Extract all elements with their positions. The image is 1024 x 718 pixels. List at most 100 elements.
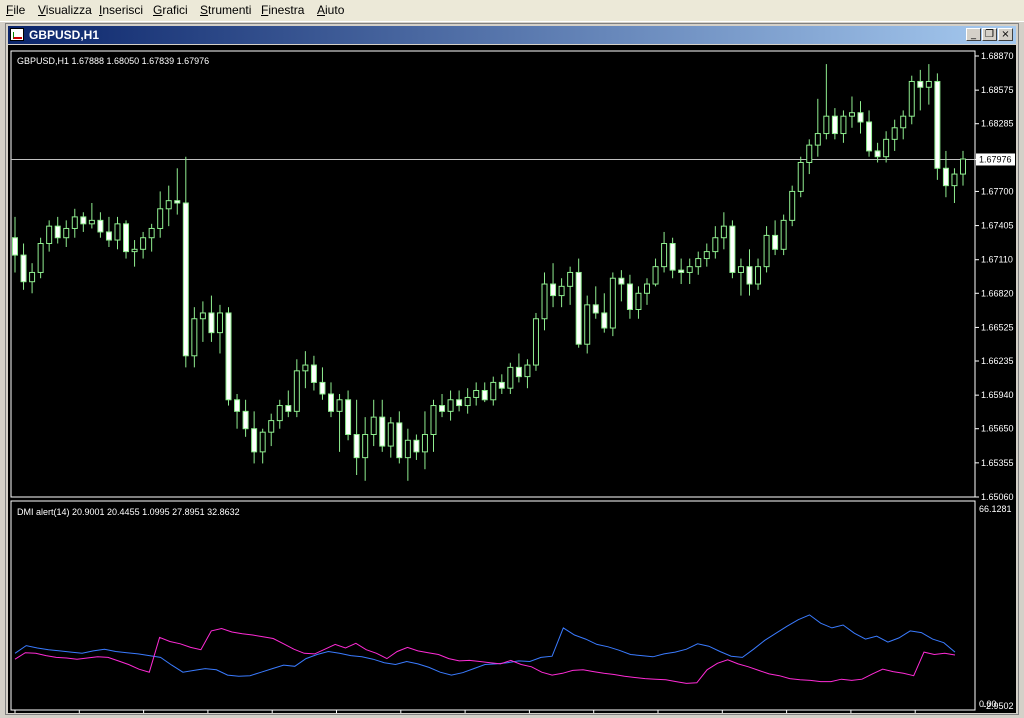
candle-body	[848, 112, 855, 117]
candle-body	[626, 283, 633, 310]
chart-area[interactable]: 1.68870 1.68575 1.68285 1.67700 1.67405 1.671…	[8, 45, 1016, 718]
price-axis-label: 1.66235	[981, 356, 1014, 366]
candle-body	[421, 433, 428, 453]
menu-file[interactable]: File	[6, 3, 25, 17]
candle-body	[20, 254, 27, 283]
price-axis-label: 1.65060	[981, 492, 1014, 502]
candle-body	[157, 208, 164, 229]
candle-body	[686, 266, 693, 273]
candle-body	[934, 80, 941, 169]
price-axis-label: 1.68575	[981, 85, 1014, 95]
price-panel-title: GBPUSD,H1 1.67888 1.68050 1.67839 1.6797…	[17, 56, 209, 66]
candle-body	[473, 390, 480, 398]
candle-body	[763, 234, 770, 268]
price-axis-label: 1.65940	[981, 390, 1014, 400]
candle-body	[729, 225, 736, 273]
candle-body	[746, 266, 753, 285]
indicator-axis-label: 66.1281	[979, 504, 1012, 514]
candle-body	[942, 167, 949, 187]
candle-body	[831, 115, 838, 135]
candle-body	[165, 200, 172, 210]
menu-strumenti[interactable]: Strumenti	[200, 3, 251, 17]
candle-body	[814, 133, 821, 146]
candle-body	[592, 304, 599, 314]
candle-body	[541, 283, 548, 320]
candle-body	[123, 223, 130, 253]
price-axis-label: 1.65355	[981, 458, 1014, 468]
candle-body	[430, 405, 437, 435]
menu-finestra[interactable]: Finestra	[261, 3, 304, 17]
candle-body	[370, 416, 377, 435]
candle-body	[88, 219, 95, 225]
candle-body	[891, 127, 898, 140]
candle-body	[806, 144, 813, 163]
candle-body	[362, 433, 369, 459]
minimize-button[interactable]: _	[966, 28, 981, 41]
candle-body	[251, 428, 258, 453]
menu-inserisci[interactable]: Inserisci	[99, 3, 143, 17]
candle-body	[772, 234, 779, 250]
candle-body	[601, 312, 608, 329]
candle-body	[532, 318, 539, 366]
candle-body	[951, 173, 958, 187]
candle-body	[140, 237, 147, 250]
candle-body	[63, 227, 70, 239]
candle-body	[174, 200, 181, 204]
candle-body	[71, 216, 78, 229]
chart-svg[interactable]: 1.68870 1.68575 1.68285 1.67700 1.67405 1.671…	[8, 45, 1016, 718]
candle-body	[319, 381, 326, 395]
price-axis-label: 1.67700	[981, 186, 1014, 196]
candle-body	[234, 399, 241, 412]
candle-body	[498, 381, 505, 389]
candle-body	[302, 364, 309, 372]
candle-body	[328, 393, 334, 412]
candle-body	[268, 420, 275, 433]
price-axis-label: 1.67110	[981, 255, 1013, 265]
price-axis-label: 1.66820	[981, 288, 1014, 298]
candle-body	[80, 216, 87, 225]
candle-body	[635, 292, 642, 310]
candle-body	[439, 405, 446, 412]
candle-body	[353, 433, 360, 459]
candle-body	[29, 271, 36, 283]
candle-body	[900, 115, 907, 129]
price-axis-label: 1.68870	[981, 51, 1014, 61]
candle-body	[661, 243, 668, 268]
menu-bar: File Visualizza Inserisci Grafici Strumenti F…	[0, 0, 1024, 22]
menu-aiuto[interactable]: Aiuto	[317, 3, 344, 17]
candle-body	[575, 271, 582, 345]
restore-button[interactable]: ❐	[982, 28, 997, 41]
candle-body	[737, 266, 744, 273]
candle-body	[507, 366, 514, 389]
candle-body	[515, 366, 522, 378]
candle-body	[464, 396, 471, 407]
candle-body	[242, 410, 249, 430]
candle-body	[413, 439, 420, 453]
candle-body	[960, 158, 966, 175]
candle-body	[857, 112, 864, 123]
candle-body	[524, 364, 531, 378]
candle-body	[105, 231, 112, 241]
candle-body	[336, 399, 343, 412]
candle-body	[310, 364, 317, 383]
candle-body	[216, 312, 223, 334]
candle-body	[345, 399, 352, 435]
candle-body	[396, 422, 403, 459]
candle-body	[199, 312, 206, 320]
price-axis-label: 1.68285	[981, 119, 1014, 129]
candle-body	[97, 219, 104, 233]
close-button[interactable]: ×	[998, 28, 1013, 41]
candle-body	[225, 312, 232, 401]
candle-body	[54, 225, 61, 239]
candle-body	[712, 237, 719, 253]
chart-window-titlebar[interactable]: GBPUSD,H1 _ ❐ ×	[8, 26, 1016, 44]
candle-body	[276, 405, 283, 422]
candle-body	[866, 121, 873, 152]
candle-body	[797, 161, 804, 192]
menu-grafici[interactable]: Grafici	[153, 3, 188, 17]
menu-visualizza[interactable]: Visualizza	[38, 3, 92, 17]
candle-body	[883, 138, 890, 158]
chart-window-icon	[10, 28, 24, 41]
candle-body	[567, 271, 574, 287]
chart-window-title: GBPUSD,H1	[29, 28, 100, 42]
